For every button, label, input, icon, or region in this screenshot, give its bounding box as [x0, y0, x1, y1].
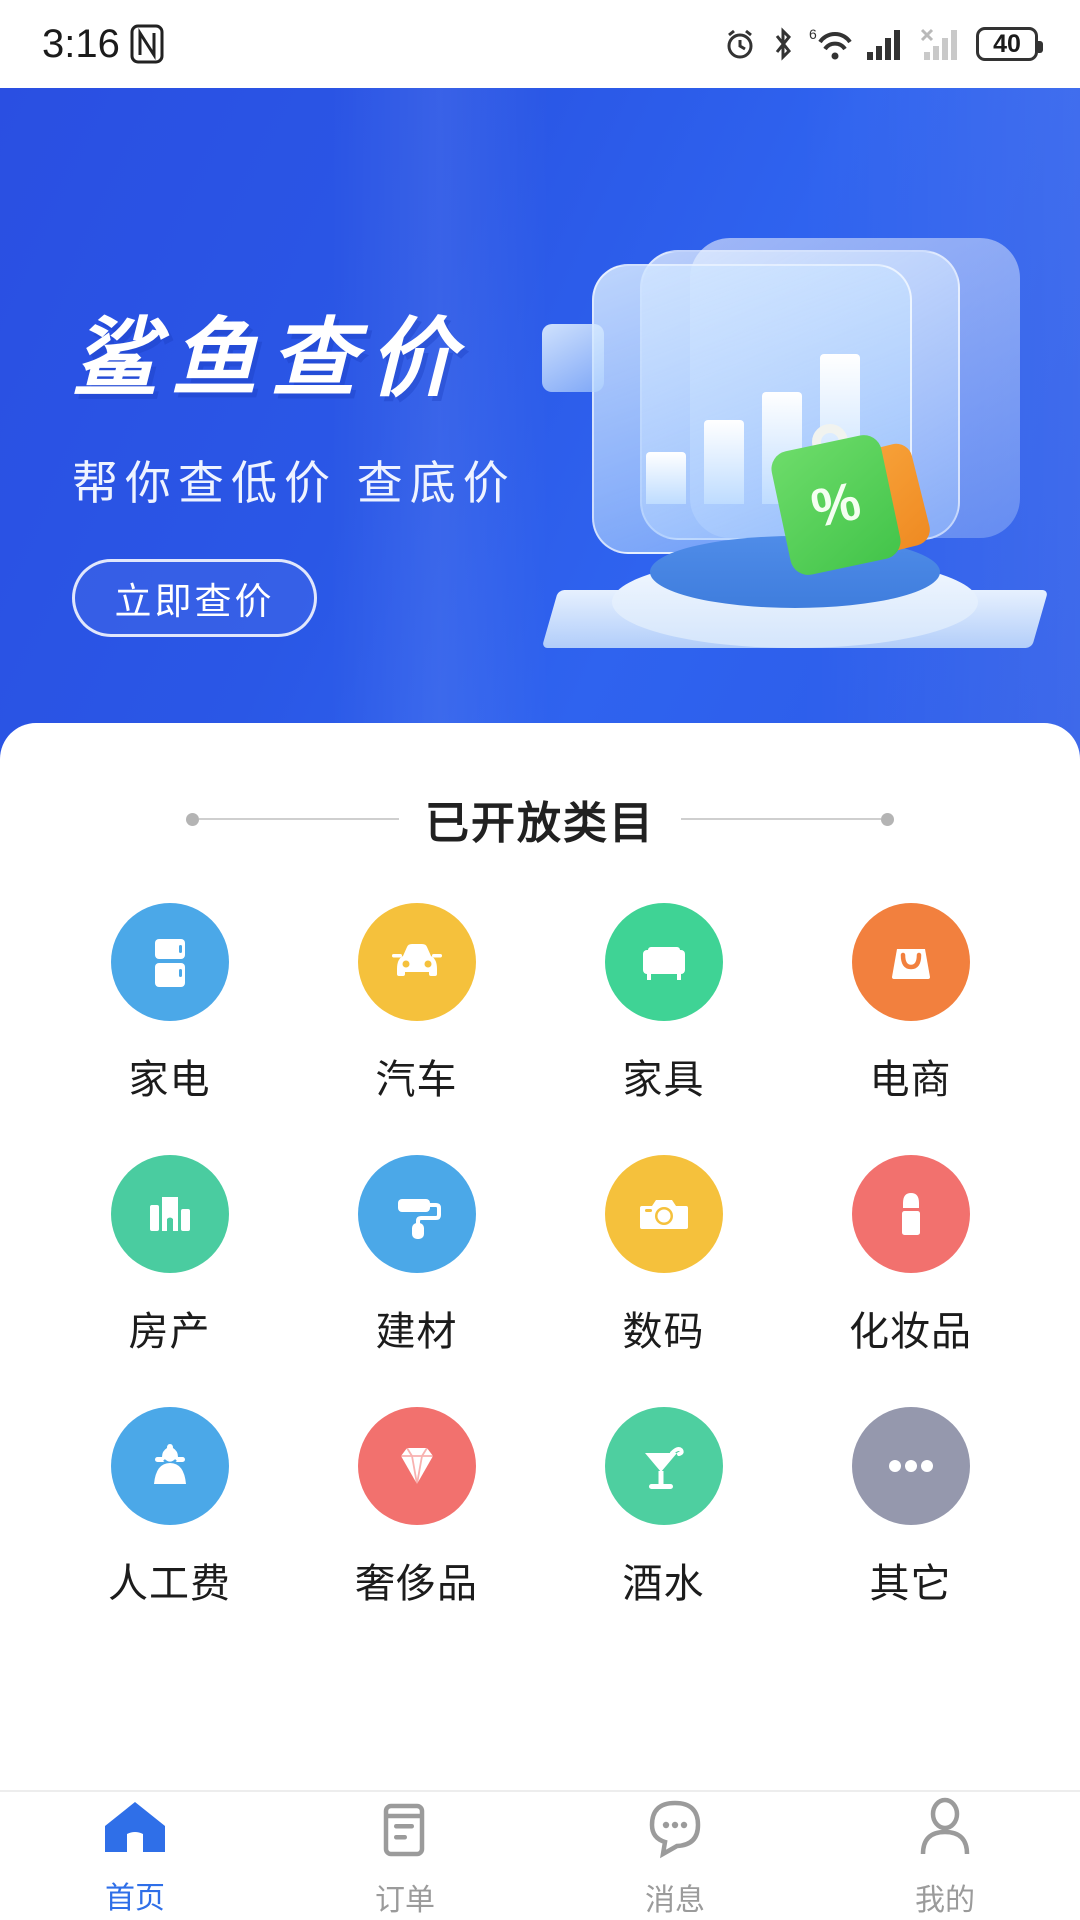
status-bar-left: 3:16 [42, 22, 164, 67]
tab-label: 订单 [375, 1883, 435, 1917]
hero-banner: % 鲨鱼查价 帮你查低价 查底价 立即查价 [0, 88, 1080, 768]
banner-bar-1 [646, 452, 686, 504]
lipstick-icon [851, 1155, 970, 1273]
section-dot-left [186, 812, 199, 826]
tab-label: 消息 [645, 1883, 705, 1917]
category-item-camera[interactable]: 数码 [540, 1155, 787, 1357]
category-label: 人工费 [108, 1562, 231, 1606]
check-price-button[interactable]: 立即查价 [72, 559, 317, 637]
category-label: 酒水 [622, 1562, 705, 1606]
category-item-paint-roller[interactable]: 建材 [293, 1155, 540, 1357]
category-item-car[interactable]: 汽车 [293, 903, 540, 1105]
tab-message[interactable]: 消息 [540, 1794, 810, 1919]
category-label: 奢侈品 [355, 1562, 478, 1606]
shopping-bag-icon [851, 903, 970, 1021]
phone-screen: 3:16 6 40 % 鲨鱼查价 帮你查低价 查底价 立即查价 已开放类目 家电… [0, 0, 1080, 1920]
tab-home[interactable]: 首页 [0, 1796, 270, 1917]
signal-no-sim-icon [919, 27, 963, 61]
battery-icon: 40 [976, 27, 1043, 61]
section-title: 已开放类目 [425, 799, 655, 848]
alarm-icon [723, 27, 757, 61]
category-item-cocktail[interactable]: 酒水 [540, 1407, 787, 1609]
nfc-icon [130, 24, 164, 64]
status-clock: 3:16 [42, 21, 120, 66]
battery-level: 40 [993, 29, 1021, 58]
banner-title: 鲨鱼查价 [72, 309, 468, 409]
banner-bar-2 [704, 420, 744, 504]
tab-profile[interactable]: 我的 [810, 1794, 1080, 1919]
category-label: 数码 [622, 1310, 705, 1354]
category-label: 房产 [128, 1310, 211, 1354]
tab-orders[interactable]: 订单 [270, 1794, 540, 1919]
category-grid: 家电 汽车 家具 电商房产 建材 数码 化妆品人工费 奢侈品 酒水 其它 [0, 903, 1080, 1609]
category-label: 汽车 [375, 1058, 458, 1102]
category-item-refrigerator[interactable]: 家电 [46, 903, 293, 1105]
building-icon [110, 1155, 229, 1273]
banner-text-block: 鲨鱼查价 帮你查低价 查底价 立即查价 [72, 288, 516, 637]
refrigerator-icon [110, 903, 229, 1021]
category-label: 家电 [128, 1058, 211, 1102]
category-label: 化妆品 [849, 1310, 972, 1354]
camera-icon [604, 1155, 723, 1273]
orders-icon [374, 1794, 436, 1865]
wifi-6-icon: 6 [809, 26, 853, 62]
category-item-building[interactable]: 房产 [46, 1155, 293, 1357]
section-rule-right [681, 812, 894, 826]
diamond-icon [357, 1407, 476, 1525]
category-item-shopping-bag[interactable]: 电商 [787, 903, 1034, 1105]
category-label: 建材 [375, 1310, 458, 1354]
glass-card-tab [542, 324, 604, 392]
category-item-lipstick[interactable]: 化妆品 [787, 1155, 1034, 1357]
signal-bars-icon [866, 27, 906, 61]
category-item-diamond[interactable]: 奢侈品 [293, 1407, 540, 1609]
profile-icon [914, 1794, 976, 1865]
category-item-sofa[interactable]: 家具 [540, 903, 787, 1105]
svg-text:6: 6 [809, 26, 817, 42]
status-bar-right: 6 40 [723, 26, 1043, 62]
banner-subtitle: 帮你查低价 查底价 [72, 457, 516, 509]
content-sheet: 已开放类目 家电 汽车 家具 电商房产 建材 数码 化妆品人工费 奢侈品 酒水 其它 [0, 723, 1080, 1790]
bottom-tab-bar: 首页 订单 消息 我的 [0, 1790, 1080, 1920]
message-icon [641, 1794, 709, 1865]
paint-roller-icon [357, 1155, 476, 1273]
category-label: 家具 [622, 1058, 705, 1102]
section-header: 已开放类目 [0, 787, 1080, 851]
category-label: 电商 [869, 1058, 952, 1102]
category-item-worker[interactable]: 人工费 [46, 1407, 293, 1609]
category-item-ellipsis[interactable]: 其它 [787, 1407, 1034, 1609]
tab-label: 首页 [105, 1881, 165, 1915]
section-dot-right [881, 812, 894, 826]
cocktail-icon [604, 1407, 723, 1525]
status-bar: 3:16 6 40 [0, 0, 1080, 88]
banner-illustration: % [530, 218, 1050, 648]
car-icon [357, 903, 476, 1021]
home-icon [99, 1796, 171, 1863]
section-rule-left [186, 812, 399, 826]
ellipsis-icon [851, 1407, 970, 1525]
sofa-icon [604, 903, 723, 1021]
tab-label: 我的 [915, 1883, 975, 1917]
worker-icon [110, 1407, 229, 1525]
category-label: 其它 [869, 1562, 952, 1606]
bluetooth-icon [770, 26, 796, 62]
